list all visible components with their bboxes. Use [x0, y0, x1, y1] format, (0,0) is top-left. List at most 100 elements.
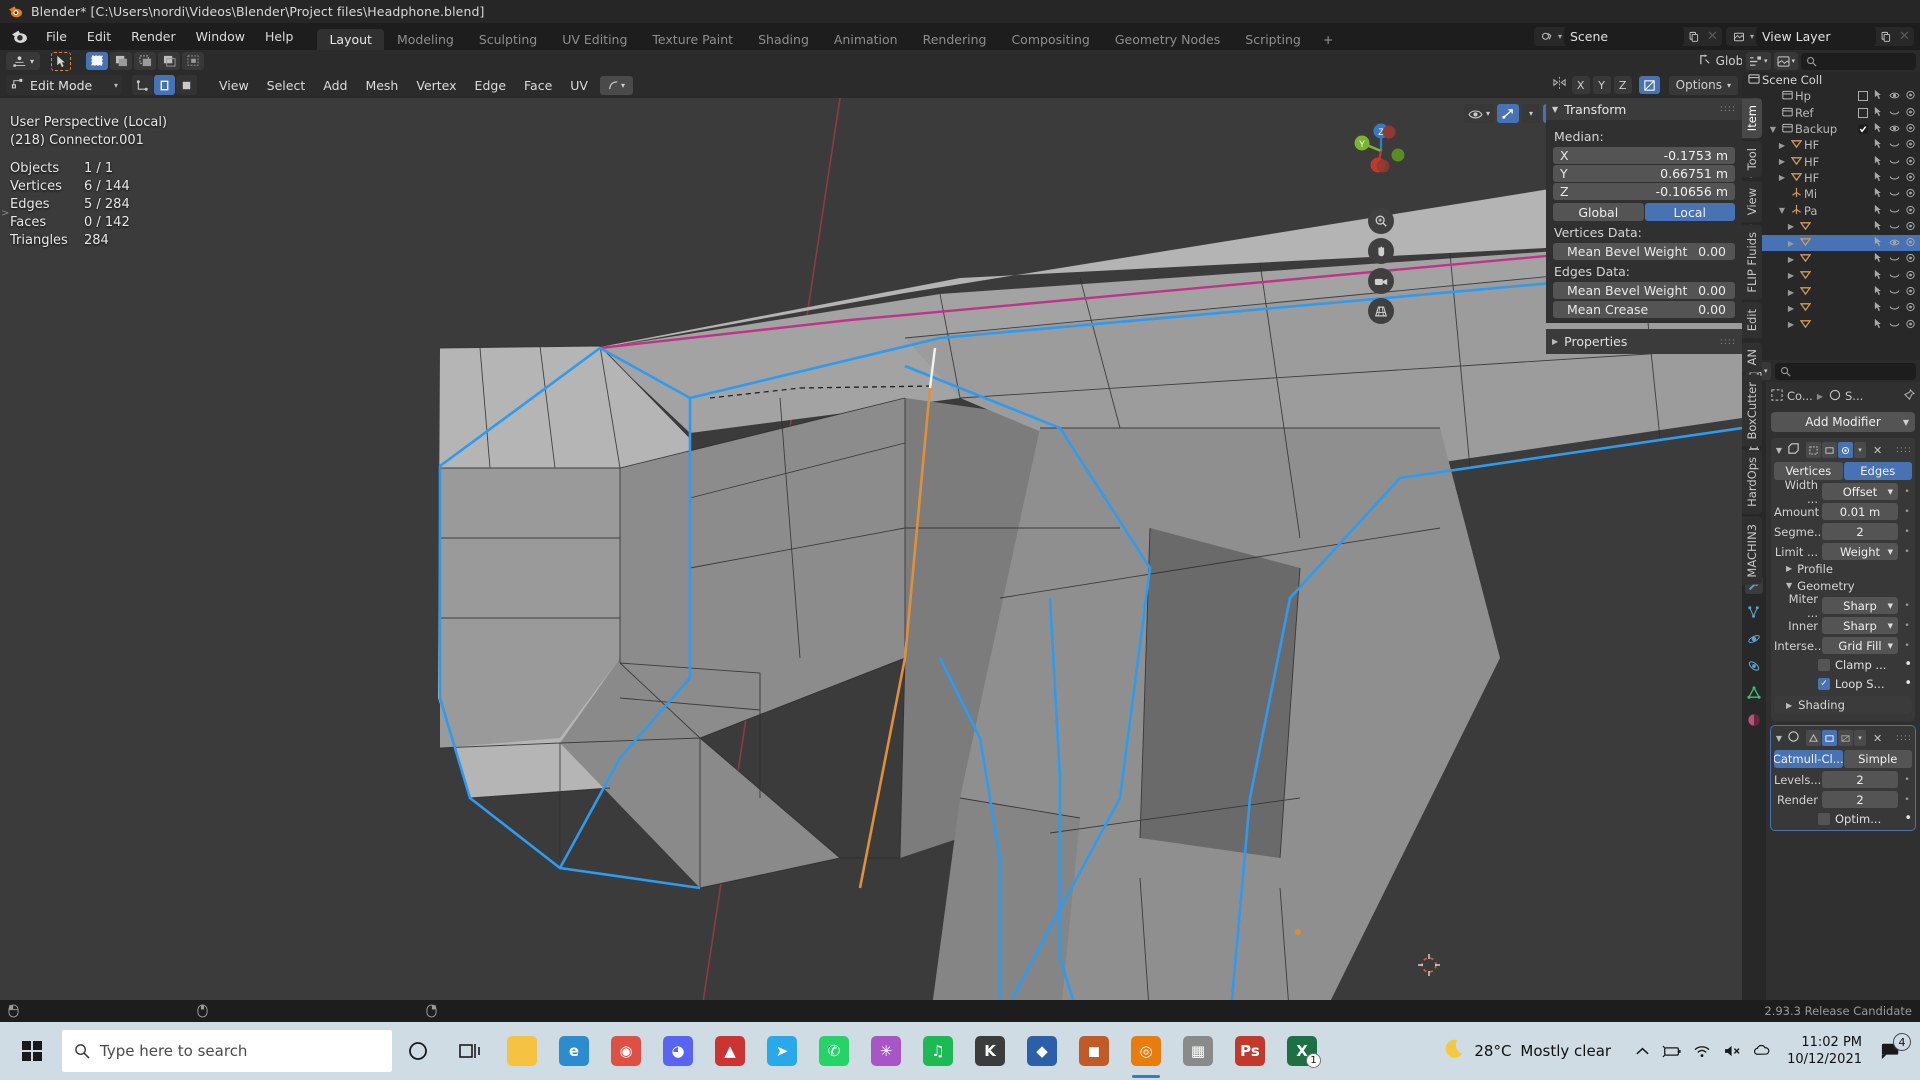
- scene-name-field[interactable]: Scene: [1563, 27, 1684, 46]
- transform-space-local-button[interactable]: Local: [1644, 203, 1735, 221]
- sidebar-tab-flip-fluids[interactable]: FLIP Fluids: [1742, 224, 1762, 300]
- field-value[interactable]: 0.01 m: [1822, 503, 1898, 520]
- restrict-select-icon[interactable]: [1873, 220, 1884, 234]
- restrict-select-icon[interactable]: [1873, 138, 1884, 152]
- restrict-render-icon[interactable]: [1905, 220, 1916, 234]
- field-value[interactable]: 2: [1822, 791, 1898, 808]
- animate-property-dot[interactable]: •: [1902, 641, 1912, 651]
- restrict-select-icon[interactable]: [1873, 318, 1884, 332]
- field-value[interactable]: 2: [1822, 523, 1898, 540]
- outliner-row[interactable]: ▼ Pa: [1742, 202, 1920, 218]
- field-value[interactable]: Sharp ▼: [1822, 597, 1898, 614]
- gizmo-dropdown[interactable]: ▾: [1522, 104, 1540, 123]
- outliner-expand-triangle-icon[interactable]: ▶: [1785, 222, 1797, 231]
- restrict-select-icon[interactable]: [1873, 171, 1884, 185]
- sidebar-tab-boxcutter[interactable]: BoxCutter: [1742, 375, 1762, 447]
- properties-search-input[interactable]: [1774, 362, 1916, 380]
- animate-property-dot[interactable]: •: [1902, 547, 1912, 557]
- topbar-blender-icon[interactable]: [6, 28, 32, 45]
- animate-property-dot[interactable]: •: [1902, 621, 1912, 631]
- viewport-menu-edge[interactable]: Edge: [467, 75, 514, 96]
- sidebar-tab-edit[interactable]: Edit: [1742, 302, 1762, 339]
- outliner-expand-triangle-icon[interactable]: ▼: [1767, 125, 1779, 134]
- subsurf-show-in-viewport-button[interactable]: [1838, 730, 1853, 746]
- bevel-show-in-viewport-button[interactable]: [1838, 442, 1853, 458]
- animate-property-dot[interactable]: •: [1902, 775, 1912, 785]
- restrict-render-icon[interactable]: [1905, 269, 1916, 283]
- median-z-field[interactable]: Z -0.10656 m: [1553, 183, 1735, 200]
- animate-property-dot[interactable]: •: [1904, 657, 1912, 672]
- field-value[interactable]: Weight ▼: [1822, 543, 1898, 560]
- delete-scene-button[interactable]: ✕: [1703, 27, 1722, 46]
- field-value[interactable]: Grid Fill ▼: [1822, 637, 1898, 654]
- blender-icon[interactable]: ◎: [1120, 1022, 1172, 1080]
- subdivision-modifier-header[interactable]: ▼ ▾ ✕ ::::: [1774, 729, 1912, 747]
- edge-icon[interactable]: e: [548, 1022, 600, 1080]
- transform-panel-header[interactable]: ▼ Transform ::::: [1546, 98, 1742, 120]
- viewport-menu-uv[interactable]: UV: [562, 75, 596, 96]
- edges-data-field[interactable]: Mean Bevel Weight 0.00: [1553, 282, 1735, 299]
- navigation-gizmo[interactable]: Z Y: [1346, 116, 1416, 186]
- start-button[interactable]: [4, 1022, 60, 1080]
- subsurf-show-on-cage-button[interactable]: [1806, 730, 1821, 746]
- substance-icon[interactable]: ◼: [1068, 1022, 1120, 1080]
- toggle-perspective-button[interactable]: [1368, 298, 1394, 324]
- store-icon[interactable]: ▦: [1172, 1022, 1224, 1080]
- taskbar-search-input[interactable]: Type here to search: [62, 1030, 392, 1072]
- weather-widget[interactable]: 28°C Mostly clear: [1441, 1037, 1611, 1065]
- restrict-viewport-icon[interactable]: [1889, 89, 1900, 103]
- breadcrumb-object-name[interactable]: Co...: [1787, 389, 1813, 403]
- new-viewlayer-button[interactable]: [1876, 27, 1895, 46]
- slack-icon[interactable]: ✳: [860, 1022, 912, 1080]
- restrict-viewport-icon[interactable]: [1889, 122, 1900, 136]
- outliner-row[interactable]: •▶: [1742, 219, 1920, 235]
- gizmo-toggle-button[interactable]: [1497, 104, 1519, 123]
- field-value[interactable]: 2: [1822, 771, 1898, 788]
- select-intersect-mode-button[interactable]: [182, 52, 204, 70]
- outliner-expand-triangle-icon[interactable]: ▶: [1776, 173, 1788, 182]
- bevel-extras-dropdown[interactable]: ▾: [1854, 442, 1866, 458]
- viewport-menu-select[interactable]: Select: [259, 75, 314, 96]
- add-workspace-button[interactable]: +: [1314, 29, 1342, 50]
- viewport-menu-mesh[interactable]: Mesh: [357, 75, 406, 96]
- outliner-row[interactable]: Mi: [1742, 186, 1920, 202]
- collection-checkbox[interactable]: [1858, 124, 1868, 134]
- subsurf-checkbox[interactable]: [1818, 812, 1830, 825]
- outliner-row[interactable]: •▶HF: [1742, 153, 1920, 169]
- outliner-row[interactable]: •▶: [1742, 268, 1920, 284]
- restrict-render-icon[interactable]: [1905, 301, 1916, 315]
- restrict-render-icon[interactable]: [1905, 138, 1916, 152]
- field-value[interactable]: Sharp ▼: [1822, 617, 1898, 634]
- restrict-viewport-icon[interactable]: [1889, 301, 1900, 315]
- edge-select-mode-button[interactable]: [154, 75, 175, 95]
- edges-data-field[interactable]: Mean Crease 0.00: [1553, 301, 1735, 318]
- transform-space-global-button[interactable]: Global: [1553, 203, 1644, 221]
- sidebar-tab-item[interactable]: Item: [1742, 98, 1762, 139]
- bevel-modifier-header[interactable]: ▼ ▾ ✕ ::::: [1774, 441, 1912, 459]
- mirror-z-button[interactable]: Z: [1613, 76, 1632, 94]
- workspace-tab-rendering[interactable]: Rendering: [911, 29, 999, 50]
- restrict-viewport-icon[interactable]: [1889, 187, 1900, 201]
- bevel-show-in-editmode-button[interactable]: [1822, 442, 1837, 458]
- outliner-row[interactable]: •▶: [1742, 300, 1920, 316]
- restrict-viewport-icon[interactable]: [1889, 318, 1900, 332]
- notification-center-button[interactable]: 4: [1872, 1033, 1911, 1061]
- vertex-select-mode-button[interactable]: [132, 75, 153, 95]
- menu-window[interactable]: Window: [186, 26, 255, 47]
- whatsapp-icon[interactable]: ✆: [808, 1022, 860, 1080]
- workspace-tab-modeling[interactable]: Modeling: [385, 29, 466, 50]
- restrict-render-icon[interactable]: [1905, 122, 1916, 136]
- outliner-row[interactable]: •▶: [1742, 284, 1920, 300]
- outliner-search-input[interactable]: [1801, 52, 1916, 70]
- viewlayer-selector[interactable]: ▾ View Layer ✕: [1725, 27, 1914, 46]
- sidebar-tab-tool[interactable]: Tool: [1742, 141, 1762, 178]
- select-subtract-mode-button[interactable]: [134, 52, 156, 70]
- task-view-button[interactable]: [444, 1022, 496, 1080]
- outliner-expand-triangle-icon[interactable]: ▶: [1785, 288, 1797, 297]
- show-hidden-icons-button[interactable]: [1627, 1046, 1657, 1057]
- workspace-tab-compositing[interactable]: Compositing: [999, 29, 1101, 50]
- viewport-menu-add[interactable]: Add: [315, 75, 355, 96]
- interaction-mode-selector[interactable]: Edit Mode ▾: [6, 75, 122, 95]
- restrict-select-icon[interactable]: [1873, 155, 1884, 169]
- restrict-select-icon[interactable]: [1873, 89, 1884, 103]
